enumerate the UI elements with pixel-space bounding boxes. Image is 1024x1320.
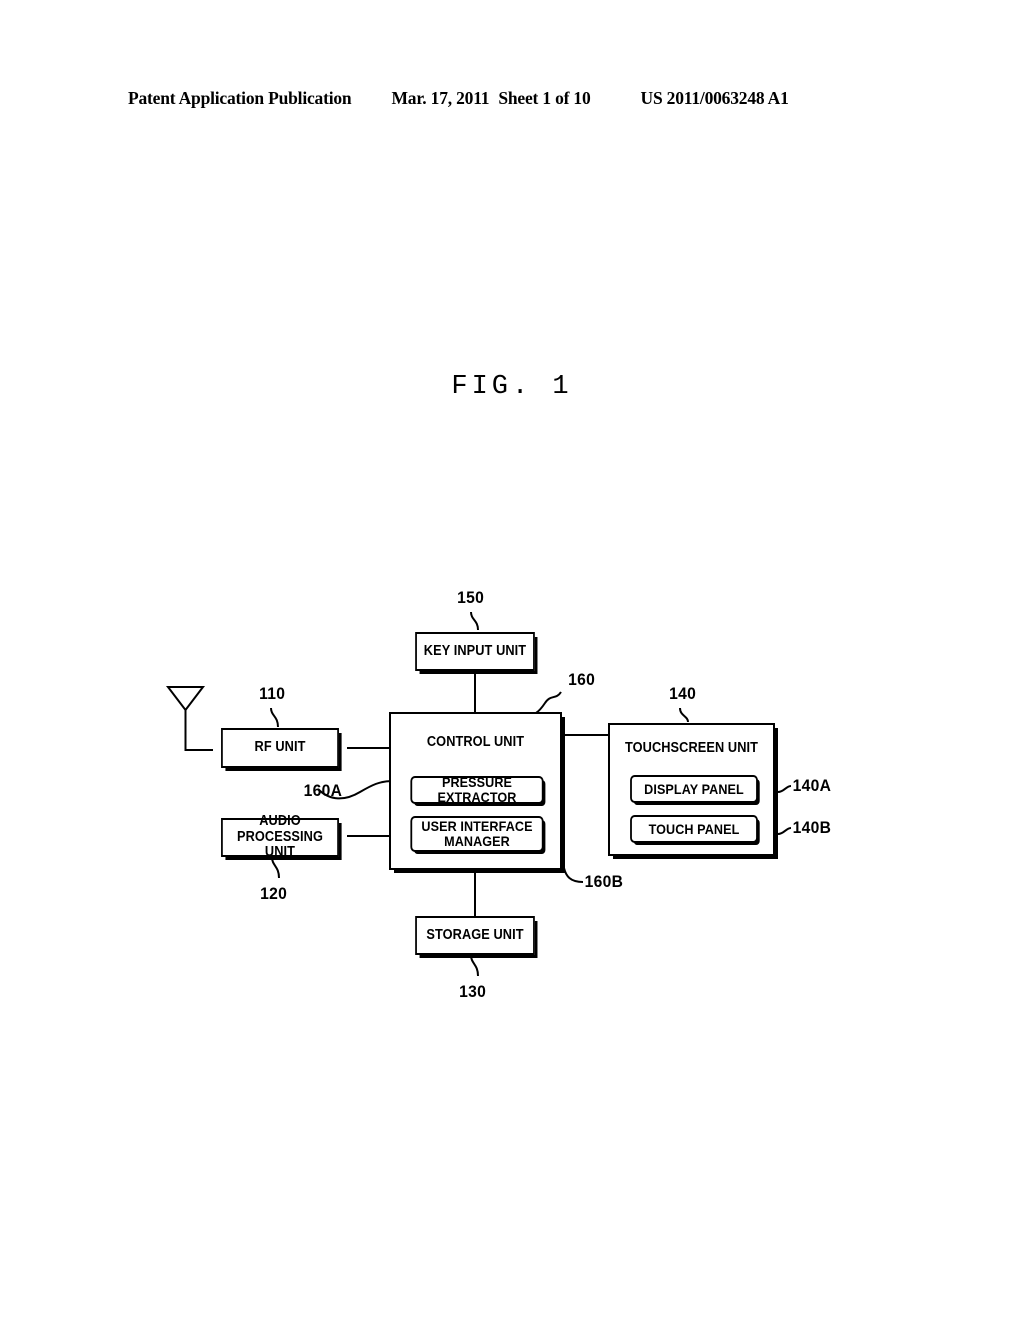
ref-numeral-120: 120 [260,884,288,903]
block-touchscreen-unit-label: TOUCHSCREEN UNIT [624,740,759,756]
block-rf-unit[interactable]: RF UNIT [221,728,339,768]
block-key-input-unit[interactable]: KEY INPUT UNIT [415,632,535,671]
block-diagram: KEY INPUT UNIT RF UNIT AUDIO PROCESSING … [0,0,1024,1320]
block-rf-unit-label: RF UNIT [254,739,306,756]
ref-numeral-160A: 160A [303,781,343,800]
block-control-unit[interactable]: CONTROL UNIT PRESSURE EXTRACTOR USER INT… [389,712,562,870]
ref-numeral-140: 140 [669,684,697,703]
ref-numeral-140B: 140B [792,818,832,837]
block-user-interface-manager[interactable]: USER INTERFACE MANAGER [410,816,544,852]
block-display-panel[interactable]: DISPLAY PANEL [630,775,758,803]
ref-numeral-130: 130 [459,982,487,1001]
leader-110 [270,707,279,728]
ref-numeral-140A: 140A [792,776,832,795]
block-user-interface-manager-label: USER INTERFACE MANAGER [421,818,533,849]
leader-140A [777,785,792,793]
block-pressure-extractor-label: PRESSURE EXTRACTOR [437,774,517,805]
antenna-stem [184,710,213,751]
block-key-input-unit-label: KEY INPUT UNIT [423,642,527,659]
leader-140B [777,827,792,835]
block-touch-panel[interactable]: TOUCH PANEL [630,815,758,843]
block-storage-unit[interactable]: STORAGE UNIT [415,916,535,955]
ref-numeral-150: 150 [457,588,485,607]
antenna-icon [165,686,206,712]
block-touch-panel-label: TOUCH PANEL [648,820,740,837]
leader-140 [679,707,689,723]
block-storage-unit-label: STORAGE UNIT [426,926,524,943]
ref-numeral-160: 160 [568,670,596,689]
block-display-panel-label: DISPLAY PANEL [644,780,744,797]
leader-160 [535,691,562,714]
block-audio-processing-unit-label: AUDIO PROCESSING UNIT [237,813,323,861]
block-audio-processing-unit[interactable]: AUDIO PROCESSING UNIT [221,813,339,860]
block-control-unit-label: CONTROL UNIT [426,734,525,750]
ref-numeral-110: 110 [259,684,286,703]
block-touchscreen-unit[interactable]: TOUCHSCREEN UNIT DISPLAY PANEL TOUCH PAN… [608,723,775,856]
leader-150 [470,611,479,631]
block-pressure-extractor[interactable]: PRESSURE EXTRACTOR [410,774,544,805]
leader-130 [470,954,479,977]
ref-numeral-160B: 160B [584,872,624,891]
